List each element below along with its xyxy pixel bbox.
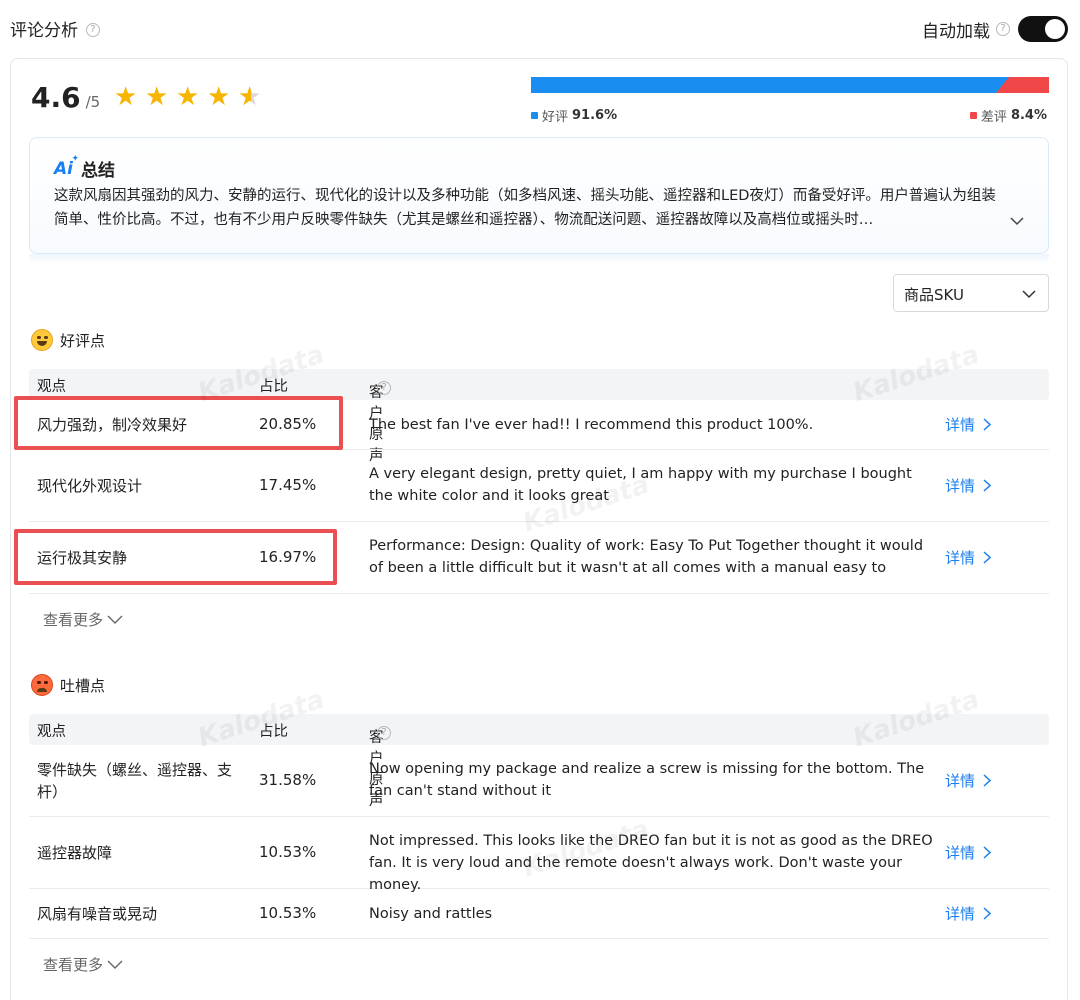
help-icon[interactable]: ? bbox=[86, 22, 100, 37]
chevron-down-icon bbox=[1022, 290, 1036, 299]
chevron-right-icon bbox=[983, 551, 992, 564]
sentiment-ratio-bar bbox=[531, 77, 1049, 93]
detail-link[interactable]: 详情 bbox=[945, 547, 992, 568]
row-view: 风扇有噪音或晃动 bbox=[37, 905, 158, 923]
chevron-right-icon bbox=[983, 479, 992, 492]
table-header: 观点 占比 客户原声? bbox=[29, 714, 1049, 809]
ai-summary-panel: Ai ✦ 总结 这款风扇因其强劲的风力、安静的运行、现代化的设计以及多种功能（如多… bbox=[29, 137, 1049, 254]
toggle-knob bbox=[1045, 19, 1065, 39]
chevron-right-icon bbox=[983, 418, 992, 431]
auto-load-control: 自动加载 ? bbox=[922, 14, 1068, 44]
chevron-right-icon bbox=[983, 846, 992, 859]
detail-link-text: 详情 bbox=[945, 549, 976, 567]
table-row: 零件缺失（螺丝、遥控器、支杆） 31.58% Now opening my pa… bbox=[29, 745, 1049, 817]
row-view: 零件缺失（螺丝、遥控器、支杆） bbox=[37, 761, 233, 801]
page-title: 评论分析? bbox=[10, 16, 100, 41]
ai-summary-title: Ai ✦ 总结 bbox=[54, 154, 115, 182]
table-row: 现代化外观设计 17.45% A very elegant design, pr… bbox=[29, 450, 1049, 522]
detail-link[interactable]: 详情 bbox=[945, 903, 992, 924]
table-row: 遥控器故障 10.53% Not impressed. This looks l… bbox=[29, 817, 1049, 893]
row-view: 遥控器故障 bbox=[37, 844, 113, 862]
expand-chevron-icon[interactable] bbox=[1010, 214, 1024, 228]
see-more-text: 查看更多 bbox=[43, 956, 104, 974]
row-pct: 10.53% bbox=[259, 904, 317, 922]
negative-table: 观点 占比 客户原声? 零件缺失（螺丝、遥控器、支杆） 31.58% Now o… bbox=[29, 714, 1049, 939]
row-pct: 17.45% bbox=[259, 476, 317, 494]
negative-pct: 8.4% bbox=[1010, 108, 1047, 123]
negative-label: 差评 bbox=[980, 110, 1007, 125]
sparkle-icon: ✦ bbox=[71, 153, 79, 164]
detail-link-text: 详情 bbox=[945, 844, 976, 862]
positive-see-more[interactable]: 查看更多 bbox=[43, 609, 123, 630]
negative-legend: 差评 8.4% bbox=[969, 106, 1047, 125]
help-icon[interactable]: ? bbox=[377, 726, 391, 740]
negative-title-text: 吐槽点 bbox=[60, 676, 106, 695]
detail-link[interactable]: 详情 bbox=[945, 770, 992, 791]
score-denominator: /5 bbox=[85, 93, 101, 111]
highlight-box bbox=[14, 396, 343, 450]
positive-section-title: 好评点 bbox=[31, 329, 105, 351]
ai-summary-shadow bbox=[29, 254, 1049, 264]
review-card: 4.6 /5 ★ ★ ★ ★ ★ ★ 好评 91.6% 差评 8.4% Ai ✦ 总结 这款… bbox=[10, 58, 1068, 1000]
ai-summary-text: 这款风扇因其强劲的风力、安静的运行、现代化的设计以及多种功能（如多档风速、摇头功… bbox=[54, 188, 996, 228]
star-icon: ★ bbox=[114, 82, 138, 112]
detail-link-text: 详情 bbox=[945, 905, 976, 923]
row-pct: 10.53% bbox=[259, 843, 317, 861]
row-pct: 31.58% bbox=[259, 771, 317, 789]
negative-see-more[interactable]: 查看更多 bbox=[43, 954, 123, 975]
chevron-right-icon bbox=[983, 774, 992, 787]
auto-load-label: 自动加载 bbox=[922, 21, 990, 42]
row-view: 现代化外观设计 bbox=[37, 477, 143, 495]
see-more-text: 查看更多 bbox=[43, 611, 104, 629]
chevron-right-icon bbox=[983, 907, 992, 920]
detail-link-text: 详情 bbox=[945, 772, 976, 790]
row-quote: Performance: Design: Quality of work: Ea… bbox=[369, 538, 924, 576]
star-icon: ★ bbox=[207, 82, 231, 112]
col-pct: 占比 bbox=[259, 379, 288, 395]
row-quote: Noisy and rattles bbox=[369, 906, 493, 922]
negative-swatch bbox=[969, 112, 977, 119]
col-view: 观点 bbox=[37, 724, 66, 740]
sku-select[interactable]: 商品SKU bbox=[893, 274, 1049, 312]
detail-link-text: 详情 bbox=[945, 416, 976, 434]
auto-load-help-icon[interactable]: ? bbox=[996, 22, 1010, 36]
table-row: 风扇有噪音或晃动 10.53% Noisy and rattles 详情 bbox=[29, 889, 1049, 939]
star-icon: ★ bbox=[145, 82, 169, 112]
score-value: 4.6 bbox=[31, 81, 81, 114]
positive-legend: 好评 91.6% bbox=[531, 106, 617, 125]
positive-swatch bbox=[531, 112, 538, 119]
help-icon[interactable]: ? bbox=[377, 381, 391, 395]
positive-label: 好评 bbox=[542, 110, 569, 125]
ai-icon: Ai ✦ bbox=[54, 154, 79, 179]
row-quote: The best fan I've ever had!! I recommend… bbox=[369, 417, 814, 433]
sku-select-value: 商品SKU bbox=[904, 286, 964, 304]
col-view: 观点 bbox=[37, 379, 66, 395]
positive-title-text: 好评点 bbox=[60, 331, 106, 350]
chevron-down-icon bbox=[107, 615, 123, 624]
highlight-box bbox=[14, 529, 337, 585]
happy-face-icon bbox=[31, 329, 53, 351]
star-icon: ★ bbox=[176, 82, 200, 112]
ai-summary-heading: 总结 bbox=[80, 161, 115, 181]
chevron-down-icon bbox=[107, 960, 123, 969]
star-rating: ★ ★ ★ ★ ★ ★ bbox=[114, 84, 269, 110]
detail-link[interactable]: 详情 bbox=[945, 414, 992, 435]
col-pct: 占比 bbox=[259, 724, 288, 740]
star-icon: ★ ★ bbox=[238, 82, 262, 112]
row-quote: A very elegant design, pretty quiet, I a… bbox=[369, 466, 912, 504]
row-quote: Not impressed. This looks like the DREO … bbox=[369, 833, 933, 893]
positive-ratio-segment bbox=[531, 77, 1011, 93]
detail-link[interactable]: 详情 bbox=[945, 475, 992, 496]
row-quote: Now opening my package and realize a scr… bbox=[369, 761, 925, 799]
page-title-text: 评论分析 bbox=[10, 21, 78, 41]
positive-pct: 91.6% bbox=[572, 108, 618, 123]
ai-icon-text: Ai bbox=[54, 158, 73, 179]
review-analysis-header: 评论分析? 自动加载 ? bbox=[10, 14, 1070, 44]
detail-link[interactable]: 详情 bbox=[945, 842, 992, 863]
rating-score: 4.6 /5 bbox=[31, 81, 100, 114]
detail-link-text: 详情 bbox=[945, 477, 976, 495]
auto-load-toggle[interactable] bbox=[1018, 16, 1068, 42]
angry-face-icon bbox=[31, 674, 53, 696]
negative-section-title: 吐槽点 bbox=[31, 674, 105, 696]
